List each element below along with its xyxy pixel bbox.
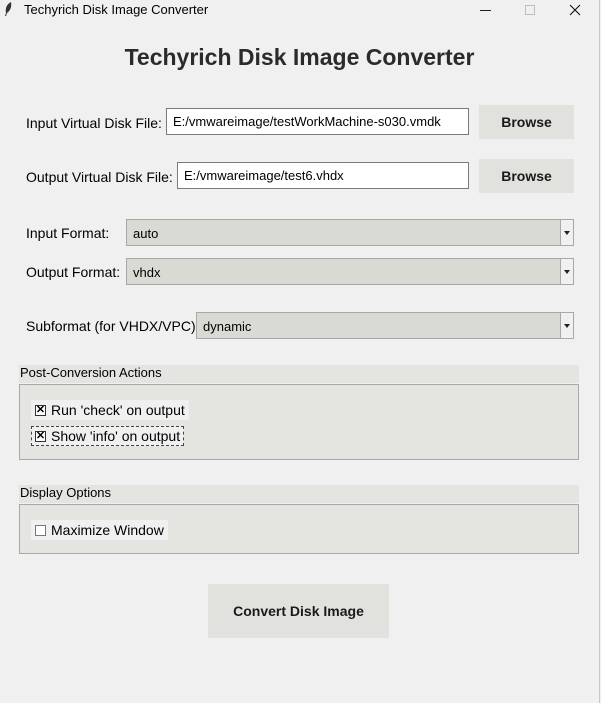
close-icon — [569, 4, 581, 16]
show-info-checkbox[interactable]: ✕ Show 'info' on output — [31, 426, 185, 446]
display-options-title: Display Options — [19, 485, 579, 503]
input-browse-button[interactable]: Browse — [479, 105, 574, 139]
dropdown-button[interactable] — [560, 259, 573, 284]
maximize-window-label: Maximize Window — [51, 522, 164, 538]
chevron-down-icon — [564, 230, 570, 235]
output-format-value: vhdx — [133, 265, 161, 280]
dropdown-button[interactable] — [560, 313, 573, 338]
run-check-checkbox[interactable]: ✕ Run 'check' on output — [31, 400, 189, 420]
title-bar[interactable]: Techyrich Disk Image Converter — [0, 0, 599, 20]
window-title: Techyrich Disk Image Converter — [24, 2, 209, 17]
chevron-down-icon — [564, 269, 570, 274]
output-file-field[interactable] — [177, 162, 469, 189]
subformat-value: dynamic — [203, 319, 252, 334]
output-file-label: Output Virtual Disk File: — [26, 169, 173, 185]
checkbox-unchecked-icon — [35, 524, 46, 536]
maximize-window-checkbox[interactable]: Maximize Window — [31, 520, 168, 540]
close-button[interactable] — [553, 0, 597, 20]
run-check-label: Run 'check' on output — [51, 402, 185, 418]
input-format-label: Input Format: — [26, 225, 110, 241]
minimize-button[interactable] — [463, 0, 507, 20]
maximize-button[interactable] — [508, 0, 552, 20]
subformat-label: Subformat (for VHDX/VPC): — [26, 318, 200, 334]
output-browse-button[interactable]: Browse — [479, 159, 574, 193]
chevron-down-icon — [564, 323, 570, 328]
post-conversion-title: Post-Conversion Actions — [19, 365, 579, 383]
checkbox-checked-icon: ✕ — [35, 403, 46, 416]
input-file-field[interactable] — [166, 108, 469, 135]
input-format-select[interactable]: auto — [126, 219, 574, 246]
page-title: Techyrich Disk Image Converter — [124, 44, 475, 70]
dropdown-button[interactable] — [560, 220, 573, 245]
post-conversion-group: ✕ Run 'check' on output ✕ Show 'info' on… — [19, 384, 579, 460]
checkbox-checked-icon: ✕ — [35, 429, 46, 442]
input-format-value: auto — [133, 226, 159, 241]
app-window: Techyrich Disk Image Converter Techyrich… — [0, 0, 600, 703]
subformat-select[interactable]: dynamic — [196, 312, 574, 339]
show-info-label: Show 'info' on output — [51, 428, 181, 444]
convert-button[interactable]: Convert Disk Image — [208, 584, 389, 638]
output-format-label: Output Format: — [26, 264, 121, 280]
feather-icon — [5, 2, 12, 16]
display-options-group: Maximize Window — [19, 504, 579, 554]
maximize-icon — [525, 5, 535, 15]
input-file-label: Input Virtual Disk File: — [26, 115, 162, 131]
output-format-select[interactable]: vhdx — [126, 258, 574, 285]
minimize-icon — [479, 9, 491, 11]
